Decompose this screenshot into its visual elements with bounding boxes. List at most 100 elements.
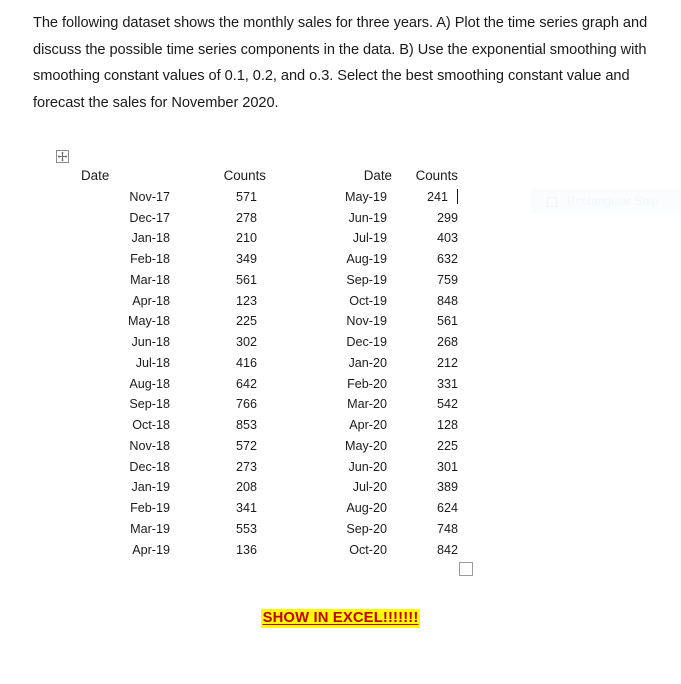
table-move-handle-icon[interactable]: [56, 150, 69, 163]
cell-count-right: 842: [404, 540, 464, 561]
cell-date-left: Jun-18: [131, 335, 170, 349]
cell-date-left: Mar-19: [130, 521, 170, 536]
table-row: Jan-18 210 Jul-19 403: [56, 228, 464, 249]
rectangular-snip-icon: [547, 197, 557, 207]
cell-date-right: Jan-20: [348, 355, 387, 370]
cell-count-right-value: 268: [436, 335, 458, 349]
cell-count-right: 241: [404, 187, 464, 208]
cell-count-right: 561: [404, 311, 464, 332]
cell-count-right-value: 561: [436, 314, 458, 329]
cell-count-right-value: 128: [436, 418, 458, 432]
table-row: Jun-18 302 Dec-19 268: [56, 332, 464, 353]
cell-count-right-value: 848: [436, 293, 458, 308]
cell-count-right: 389: [404, 477, 464, 498]
cell-count-left: 341: [235, 501, 257, 515]
cell-date-left: Jul-18: [135, 355, 170, 370]
show-in-excel-note: SHOW IN EXCEL!!!!!!!: [0, 609, 681, 628]
cell-date-left: Sep-18: [129, 397, 170, 412]
question-paragraph: The following dataset shows the monthly …: [33, 15, 648, 111]
cell-count-left: 278: [235, 210, 257, 225]
cell-count-right: 299: [404, 208, 464, 229]
cell-date-right: Dec-19: [346, 335, 387, 349]
cell-count-right-value: 299: [436, 210, 458, 225]
cell-date-left: Apr-19: [132, 542, 170, 557]
table-row: Jan-19 208 Jul-20 389: [56, 477, 464, 498]
cell-date-left: Apr-18: [132, 293, 170, 308]
cell-date-left: Jan-19: [131, 480, 170, 495]
cell-count-right: 268: [404, 332, 464, 353]
cell-date-right: Oct-19: [349, 293, 387, 308]
cell-count-left: 572: [235, 438, 257, 453]
cell-count-right: 848: [404, 291, 464, 312]
cell-date-left: Oct-18: [132, 418, 170, 432]
table-row: Apr-19 136 Oct-20 842: [56, 540, 464, 561]
cell-date-right: Oct-20: [349, 542, 387, 557]
cell-date-right: Jun-19: [348, 210, 387, 225]
cell-count-left: 571: [235, 189, 257, 204]
cell-count-left: 225: [235, 314, 257, 329]
cell-count-left: 208: [235, 480, 257, 495]
show-in-excel-label: SHOW IN EXCEL!!!!!!!: [260, 609, 421, 628]
cell-count-right-value: 225: [436, 438, 458, 453]
cell-count-left: 273: [235, 459, 257, 474]
cell-count-right-value: 301: [436, 459, 458, 474]
table-resize-handle-icon[interactable]: [459, 562, 473, 576]
cell-date-right: Jul-20: [352, 480, 387, 495]
sales-data-table: Date Counts Date Counts Nov-17 571 May-19 2…: [56, 166, 464, 560]
cell-date-left: Aug-18: [129, 376, 170, 391]
cell-count-right-value: 542: [436, 397, 458, 412]
cell-count-right-value: 624: [436, 501, 458, 515]
cell-count-left: 123: [235, 293, 257, 308]
cell-date-right: Feb-20: [347, 376, 387, 391]
column-header-date-left: Date: [81, 168, 110, 183]
table-row: Apr-18 123 Oct-19 848: [56, 291, 464, 312]
cell-count-left: 416: [235, 355, 257, 370]
cell-date-right: Apr-20: [349, 418, 387, 432]
cell-count-right: 624: [404, 498, 464, 519]
rectangular-snip-label: Rectangular Snip: [567, 196, 659, 208]
cell-count-right-value: 241: [426, 189, 448, 204]
cell-count-right-value: 403: [436, 231, 458, 246]
table-row: Dec-18 273 Jun-20 301: [56, 457, 464, 478]
cell-count-right-value: 212: [436, 355, 458, 370]
column-header-date-right: Date: [363, 168, 392, 183]
table-row: May-18 225 Nov-19 561: [56, 311, 464, 332]
table-row: Oct-18 853 Apr-20 128: [56, 415, 464, 436]
rectangular-snip-overlay[interactable]: Rectangular Snip: [531, 190, 681, 214]
cell-date-left: Dec-18: [129, 459, 170, 474]
cell-date-right: Nov-19: [346, 314, 387, 329]
cell-count-left: 766: [235, 397, 257, 412]
cell-date-left: Dec-17: [129, 210, 170, 225]
cell-count-right: 225: [404, 436, 464, 457]
cell-count-left: 642: [235, 376, 257, 391]
cell-date-right: Mar-20: [347, 397, 387, 412]
cell-count-right-value: 748: [436, 521, 458, 536]
cell-date-right: Sep-20: [346, 521, 387, 536]
cell-date-left: Feb-19: [130, 501, 170, 515]
cell-date-right: Aug-19: [346, 252, 387, 266]
cell-date-left: May-18: [128, 314, 170, 329]
cell-count-right: 759: [404, 270, 464, 291]
text-caret: [457, 188, 458, 204]
cell-count-right-value: 842: [436, 542, 458, 557]
table-row: Nov-18 572 May-20 225: [56, 436, 464, 457]
column-header-counts-right: Counts: [415, 168, 458, 183]
cell-count-right-value: 632: [436, 252, 458, 266]
cell-date-left: Mar-18: [130, 272, 170, 287]
table-row: Jul-18 416 Jan-20 212: [56, 353, 464, 374]
cell-count-right-value: 389: [436, 480, 458, 495]
cell-count-right: 748: [404, 519, 464, 540]
cell-date-right: Sep-19: [346, 272, 387, 287]
table-row: Feb-19 341 Aug-20 624: [56, 498, 464, 519]
cell-date-left: Jan-18: [131, 231, 170, 246]
cell-count-right: 403: [404, 228, 464, 249]
cell-count-left: 136: [235, 542, 257, 557]
table-header-row: Date Counts Date Counts: [56, 166, 464, 187]
cell-count-right: 128: [404, 415, 464, 436]
table-row: Dec-17 278 Jun-19 299: [56, 208, 464, 229]
cell-count-right: 632: [404, 249, 464, 270]
cell-count-left: 561: [235, 272, 257, 287]
cell-date-left: Nov-18: [129, 438, 170, 453]
cell-date-left: Nov-17: [129, 189, 170, 204]
table-row: Nov-17 571 May-19 241: [56, 187, 464, 208]
